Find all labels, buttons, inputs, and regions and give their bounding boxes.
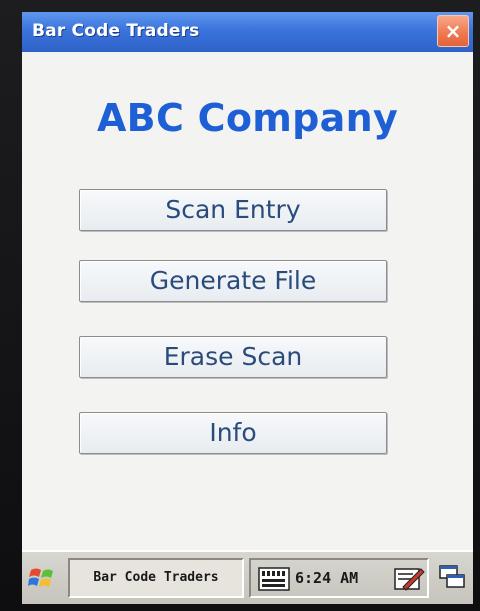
close-icon: × (444, 19, 462, 43)
company-name: ABC Company (96, 96, 399, 140)
system-tray: 6:24 AM (249, 558, 429, 598)
taskbar-app-bar-code-traders[interactable]: Bar Code Traders (68, 558, 244, 598)
close-button[interactable]: × (437, 15, 469, 47)
title-bar: Bar Code Traders × (22, 12, 473, 52)
app-screen: Bar Code Traders × ABC Company Scan Entr… (22, 12, 473, 604)
windows-flag-icon[interactable] (28, 564, 58, 592)
erase-scan-button[interactable]: Erase Scan (79, 336, 387, 378)
taskbar: Bar Code Traders 6:24 AM (22, 550, 473, 604)
input-panel-icon[interactable] (393, 565, 425, 593)
keyboard-icon[interactable] (258, 566, 290, 592)
scan-entry-button[interactable]: Scan Entry (79, 189, 387, 231)
info-button[interactable]: Info (79, 412, 387, 454)
clock[interactable]: 6:24 AM (295, 560, 358, 596)
device-frame: Bar Code Traders × ABC Company Scan Entr… (0, 0, 480, 611)
generate-file-button[interactable]: Generate File (79, 260, 387, 302)
app-title: Bar Code Traders (32, 21, 200, 41)
window-switcher-icon[interactable] (438, 564, 466, 590)
